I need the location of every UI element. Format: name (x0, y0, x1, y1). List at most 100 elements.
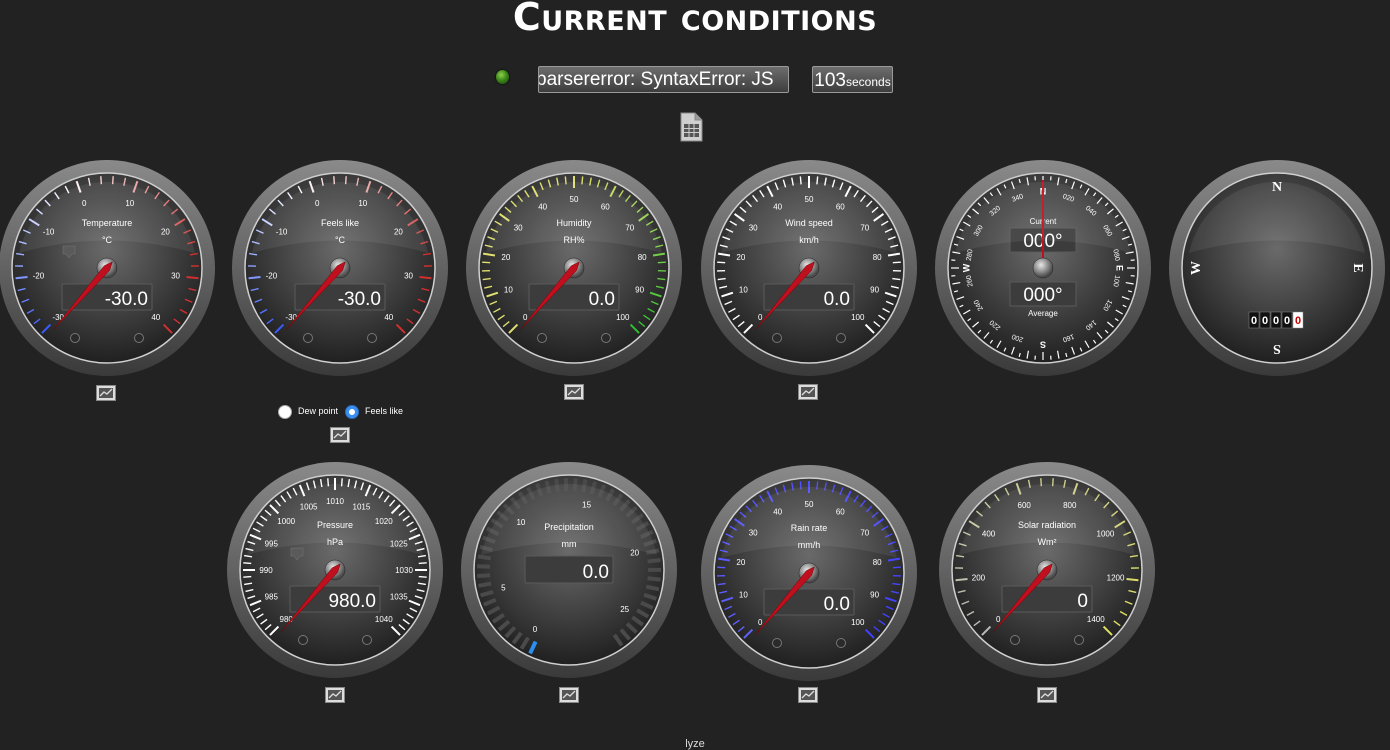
timer-unit: seconds (846, 75, 891, 89)
tick-label: 90 (870, 285, 879, 294)
tick-label: 1035 (390, 592, 408, 601)
tick-label: 40 (384, 313, 393, 322)
tick-label: 0 (758, 618, 763, 627)
odometer-digit: 0 (1262, 315, 1268, 327)
scale-tick (16, 277, 28, 278)
scale-tick (717, 567, 725, 568)
screw (299, 636, 308, 645)
wind-speed-gauge: 0102030405060708090100Wind speedkm/h0.0 (699, 158, 919, 378)
tick-label: 200 (972, 574, 986, 583)
tick-label: 25 (620, 605, 629, 614)
humidity-graph-button[interactable] (564, 384, 584, 400)
status-message: parsererror: SyntaxError: JS (538, 66, 789, 93)
status-led-icon (496, 70, 509, 84)
line-graph-icon (564, 384, 584, 400)
scale-tick (419, 563, 427, 564)
tick-label: 90 (635, 285, 644, 294)
footer-text: lyze (0, 738, 1390, 750)
screw (135, 334, 144, 343)
tick-label: 1200 (1107, 574, 1125, 583)
lcd-value: 0 (1077, 591, 1088, 612)
tick-label: 90 (870, 590, 879, 599)
led-segment (646, 587, 659, 590)
screw (837, 639, 846, 648)
line-graph-icon (798, 384, 818, 400)
tick-label: 20 (501, 253, 510, 262)
lcd-value: 0.0 (824, 289, 850, 310)
pressure-graph-button[interactable] (325, 687, 345, 703)
scale-tick (1126, 579, 1138, 580)
lcd-value: -30.0 (105, 289, 148, 310)
tick-label: 990 (259, 566, 273, 575)
solar-graph-button[interactable] (1037, 687, 1057, 703)
scale-tick (186, 277, 198, 278)
pressure-gauge: 9809859909951000100510101015102010251030… (225, 460, 445, 680)
dew-point-radio[interactable] (278, 405, 292, 419)
tick-label: 5 (501, 584, 506, 593)
scale-tick (243, 577, 251, 578)
tick-label: 100 (851, 313, 865, 322)
rain-rate-graph-button[interactable] (798, 687, 818, 703)
lcd-value: 980.0 (328, 591, 376, 612)
cardinal-label: E (1350, 263, 1365, 272)
refresh-timer: 103seconds (812, 66, 893, 93)
screw (602, 334, 611, 343)
scale-tick (657, 279, 665, 280)
temperature-graph-button[interactable] (96, 385, 116, 401)
line-graph-icon (330, 427, 350, 443)
average-value: 000° (1023, 285, 1062, 306)
odometer-digit: 0 (1284, 315, 1290, 327)
led-segment (477, 575, 490, 576)
lcd-value: 0.0 (824, 594, 850, 615)
timer-value: 103 (814, 70, 846, 91)
screw (363, 636, 372, 645)
line-graph-icon (325, 687, 345, 703)
line-graph-icon (559, 687, 579, 703)
line-graph-icon (1037, 687, 1057, 703)
scale-tick (419, 277, 431, 278)
precipitation-graph-button[interactable] (559, 687, 579, 703)
humidity-gauge: 0102030405060708090100HumidityRH%0.0 (464, 158, 684, 378)
average-label: Average (1028, 309, 1058, 318)
feels-like-graph-button[interactable] (330, 427, 350, 443)
screw (1075, 636, 1084, 645)
tick-label: 0 (533, 625, 538, 634)
screw (71, 334, 80, 343)
tick-label: 20 (736, 253, 745, 262)
tick-label: 10 (739, 285, 748, 294)
wind-graph-button[interactable] (798, 384, 818, 400)
scale-tick (718, 279, 726, 280)
line-graph-icon (798, 687, 818, 703)
cardinal-label: W (1189, 261, 1204, 275)
tick-label: 20 (736, 558, 745, 567)
tick-label: 0 (523, 313, 528, 322)
compass-gauge: NESW00000 (1167, 158, 1387, 378)
feels-like-label[interactable]: Feels like (365, 406, 403, 416)
tick-label: 1040 (375, 615, 393, 624)
led-segment (478, 556, 491, 558)
page-title: Current conditions (0, 0, 1390, 36)
tick-label: 80 (638, 253, 647, 262)
odometer-digit: 0 (1295, 315, 1301, 327)
scale-tick (893, 262, 901, 263)
scale-tick (249, 277, 261, 278)
lcd-value: -30.0 (338, 289, 381, 310)
tick-label: 30 (171, 272, 180, 281)
scale-tick (717, 262, 725, 263)
screw (773, 639, 782, 648)
tick-label: 985 (265, 592, 279, 601)
dew-point-label[interactable]: Dew point (298, 406, 338, 416)
scale-tick (243, 563, 251, 564)
cardinal-label: E (1115, 265, 1125, 271)
scale-tick (956, 579, 968, 580)
led-segment (648, 560, 661, 561)
scale-tick (658, 262, 666, 263)
feels-like-radio[interactable] (345, 405, 359, 419)
tick-label: 10 (739, 590, 748, 599)
tick-label: -20 (33, 272, 45, 281)
spreadsheet-icon[interactable] (678, 112, 704, 142)
tick-label: 0 (996, 615, 1001, 624)
solar-radiation-gauge: 0200400600800100012001400Solar radiation… (937, 460, 1157, 680)
tick-label: 100 (851, 618, 865, 627)
wind-direction-gauge: 0200400600801001201401602002202402602803… (933, 158, 1153, 378)
